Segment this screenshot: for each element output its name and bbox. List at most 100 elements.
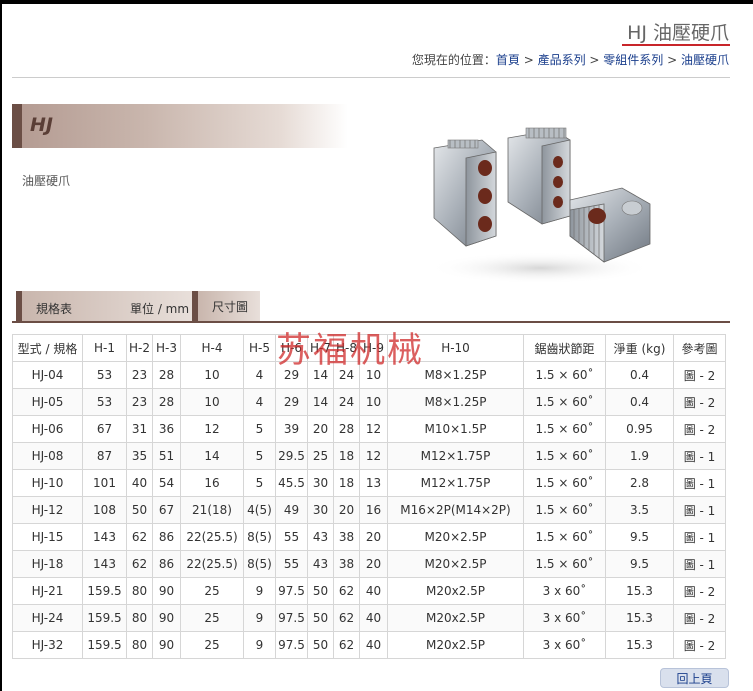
table-cell: 14 [307, 388, 334, 416]
table-cell: 25 [307, 442, 334, 470]
page-title: HJ 油壓硬爪 [627, 22, 729, 44]
table-cell: 40 [359, 604, 388, 632]
table-cell: 67 [82, 415, 127, 443]
table-cell: 43 [307, 523, 334, 551]
model-name: HJ [30, 114, 53, 136]
table-header-cell: H-4 [180, 334, 244, 362]
breadcrumb-separator: > [585, 53, 604, 67]
table-row: HJ-15 143 62 86 22(25.5) 8(5) 55 43 38 20 M20×2.5P… [12, 523, 726, 551]
table-cell: 20 [333, 496, 360, 524]
table-cell: 97.5 [275, 577, 308, 605]
table-cell: 53 [82, 388, 127, 416]
table-cell: 54 [152, 469, 181, 497]
table-cell: M20x2.5P [387, 631, 524, 659]
table-cell: 1.5 × 60˚ [523, 496, 606, 524]
table-cell: 4(5) [243, 496, 276, 524]
tab-dimension-drawing[interactable]: 尺寸圖 [192, 291, 260, 321]
table-cell: 10 [180, 388, 244, 416]
table-cell: 15.3 [605, 604, 674, 632]
reference-figure-link[interactable]: 圖 - 2 [673, 577, 726, 605]
table-cell: M20x2.5P [387, 604, 524, 632]
tab-dimension-drawing-label: 尺寸圖 [212, 300, 249, 314]
table-cell: 67 [152, 496, 181, 524]
table-cell: 1.5 × 60˚ [523, 415, 606, 443]
table-header-cell: 鋸齒狀節距 [523, 334, 606, 362]
table-cell: 2.8 [605, 469, 674, 497]
table-cell: HJ-32 [12, 631, 83, 659]
table-cell: 1.5 × 60˚ [523, 523, 606, 551]
table-cell: 101 [82, 469, 127, 497]
table-cell: 25 [180, 577, 244, 605]
reference-figure-link[interactable]: 圖 - 2 [673, 361, 726, 389]
table-cell: M20×2.5P [387, 523, 524, 551]
table-header-cell: 淨重 (kg) [605, 334, 674, 362]
table-cell: 51 [152, 442, 181, 470]
table-row: HJ-10 101 40 54 16 5 45.5 30 18 13 M12×1.75P 1.5 × … [12, 469, 726, 497]
table-cell: M12×1.75P [387, 469, 524, 497]
table-cell: 20 [307, 415, 334, 443]
table-cell: 28 [152, 361, 181, 389]
header-divider [12, 77, 730, 78]
spec-tabs: 規格表 單位 / mm 尺寸圖 [12, 291, 730, 323]
breadcrumb-products-link[interactable]: 產品系列 [538, 53, 586, 67]
table-cell: 0.4 [605, 361, 674, 389]
table-cell: HJ-04 [12, 361, 83, 389]
reference-figure-link[interactable]: 圖 - 2 [673, 388, 726, 416]
table-cell: 18 [333, 442, 360, 470]
reference-figure-link[interactable]: 圖 - 2 [673, 415, 726, 443]
top-border [0, 0, 753, 4]
table-cell: 43 [307, 550, 334, 578]
table-cell: 62 [333, 577, 360, 605]
table-row: HJ-08 87 35 51 14 5 29.5 25 18 12 M12×1.75P 1.5 × 6… [12, 442, 726, 470]
table-cell: M20x2.5P [387, 577, 524, 605]
table-header-cell: 參考圖 [673, 334, 726, 362]
table-cell: 53 [82, 361, 127, 389]
table-cell: 86 [152, 550, 181, 578]
reference-figure-link[interactable]: 圖 - 1 [673, 442, 726, 470]
reference-figure-link[interactable]: 圖 - 1 [673, 496, 726, 524]
table-cell: HJ-10 [12, 469, 83, 497]
table-cell: 20 [359, 523, 388, 551]
table-cell: M12×1.75P [387, 442, 524, 470]
reference-figure-link[interactable]: 圖 - 1 [673, 469, 726, 497]
tab-spec-table[interactable]: 規格表 單位 / mm [16, 291, 192, 321]
breadcrumb-current-link[interactable]: 油壓硬爪 [681, 53, 729, 67]
table-cell: 28 [333, 415, 360, 443]
table-cell: 159.5 [82, 577, 127, 605]
table-cell: 20 [359, 550, 388, 578]
table-cell: M16×2P(M14×2P) [387, 496, 524, 524]
product-jaws-image [428, 127, 652, 284]
table-cell: 90 [152, 577, 181, 605]
table-cell: 1.5 × 60˚ [523, 550, 606, 578]
table-cell: 5 [243, 442, 276, 470]
table-cell: 50 [307, 604, 334, 632]
back-button[interactable]: 回上頁 [660, 668, 729, 688]
table-row: HJ-24 159.5 80 90 25 9 97.5 50 62 40 M20x2.5P 3 x 6… [12, 604, 726, 632]
table-cell: 15.3 [605, 631, 674, 659]
table-cell: 45.5 [275, 469, 308, 497]
tab-unit-label: 單位 / mm [130, 302, 190, 316]
reference-figure-link[interactable]: 圖 - 1 [673, 550, 726, 578]
table-cell: HJ-18 [12, 550, 83, 578]
table-cell: 90 [152, 631, 181, 659]
table-row: HJ-06 67 31 36 12 5 39 20 28 12 M10×1.5P 1.5 × 60˚ 0… [12, 415, 726, 443]
table-cell: 62 [333, 631, 360, 659]
table-cell: 24 [333, 388, 360, 416]
reference-figure-link[interactable]: 圖 - 2 [673, 604, 726, 632]
table-cell: 12 [359, 415, 388, 443]
table-cell: 10 [359, 388, 388, 416]
model-banner-accent [12, 104, 22, 148]
reference-figure-link[interactable]: 圖 - 2 [673, 631, 726, 659]
table-row: HJ-18 143 62 86 22(25.5) 8(5) 55 43 38 20 M20×2.5P… [12, 550, 726, 578]
table-cell: 12 [359, 442, 388, 470]
breadcrumb-parts-link[interactable]: 零組件系列 [603, 53, 663, 67]
breadcrumb-home-link[interactable]: 首頁 [496, 53, 520, 67]
table-cell: 143 [82, 550, 127, 578]
table-cell: 159.5 [82, 604, 127, 632]
reference-figure-link[interactable]: 圖 - 1 [673, 523, 726, 551]
table-cell: 0.4 [605, 388, 674, 416]
title-underline [622, 44, 730, 46]
table-cell: 50 [307, 577, 334, 605]
table-cell: M8×1.25P [387, 388, 524, 416]
tab-spec-table-label: 規格表 [36, 302, 73, 316]
